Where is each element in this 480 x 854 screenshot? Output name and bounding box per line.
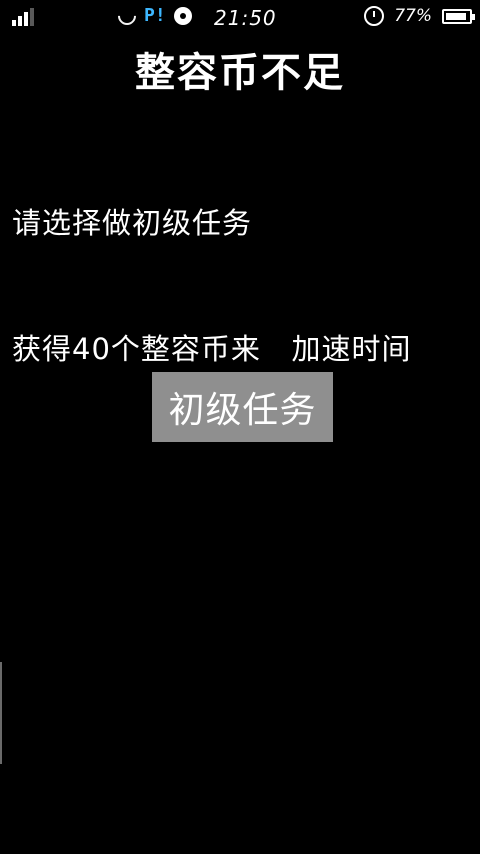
alarm-icon <box>364 6 385 26</box>
status-left <box>12 8 38 26</box>
primary-task-button[interactable]: 初级任务 <box>152 372 333 442</box>
message-line-1: 请选择做初级任务 <box>12 206 253 240</box>
flag-icon: P! <box>144 5 166 26</box>
status-bar: P! 21:50 77% <box>0 0 480 36</box>
disc-icon <box>173 7 192 25</box>
edge-handle[interactable] <box>0 662 2 764</box>
signal-icon <box>12 8 38 26</box>
status-mid-icons: P! <box>114 3 192 29</box>
page-title: 整容币不足 <box>135 50 345 96</box>
battery-icon <box>442 8 475 24</box>
status-right: 77% <box>364 6 475 26</box>
battery-percentage: 77% <box>394 6 432 26</box>
message-line-2: 获得40个整容币来 加速时间 <box>12 332 412 366</box>
status-time: 21:50 <box>214 6 277 30</box>
message-text: 请选择做初级任务 获得40个整容币来 加速时间 <box>12 118 468 412</box>
wifi-icon <box>114 3 140 29</box>
battery-fill <box>446 12 467 20</box>
